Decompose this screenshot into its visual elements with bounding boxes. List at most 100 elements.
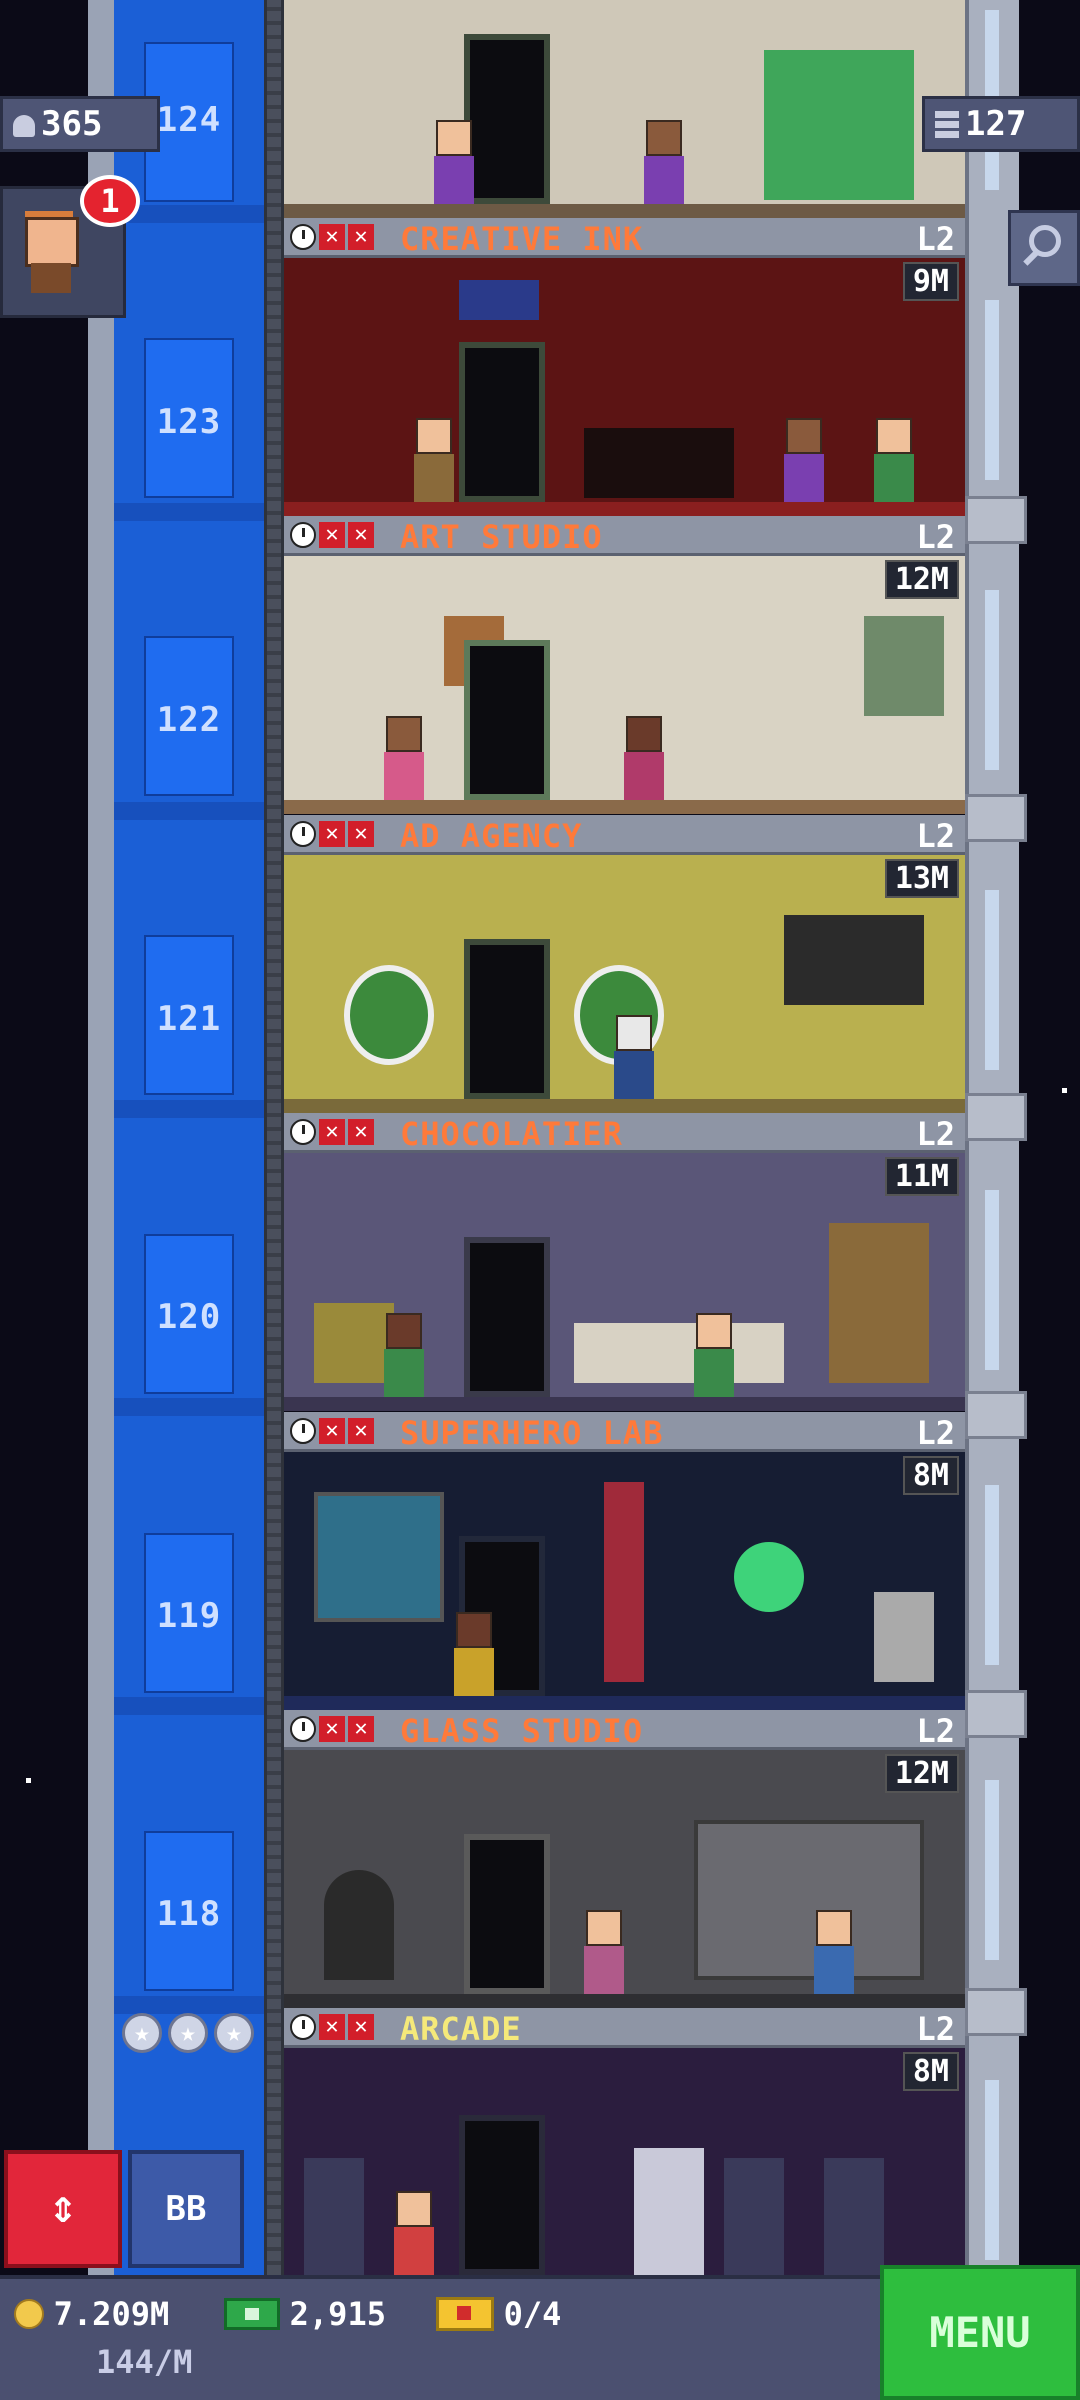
arcade-cabinet bbox=[634, 2148, 704, 2275]
top-partial-room[interactable] bbox=[284, 0, 965, 218]
unstocked-x-icon: ✕ bbox=[319, 224, 345, 250]
floor-price: 12M bbox=[884, 1754, 959, 1793]
floor-level: L2 bbox=[916, 817, 955, 855]
tower-window bbox=[985, 1190, 999, 1370]
floor-base bbox=[284, 1397, 965, 1411]
bux-value: 2,915 bbox=[289, 2295, 386, 2333]
coins-value: 7.209M bbox=[53, 2295, 170, 2333]
person bbox=[414, 418, 454, 504]
egg-chair bbox=[344, 965, 434, 1065]
person bbox=[434, 120, 474, 206]
clock-icon bbox=[290, 1119, 316, 1145]
floor-room bbox=[284, 1750, 965, 2008]
search-button[interactable] bbox=[1008, 210, 1080, 286]
bb-button[interactable]: BB bbox=[128, 2150, 244, 2268]
tower-ledge bbox=[965, 794, 1027, 842]
floor-level: L2 bbox=[916, 518, 955, 556]
shaft-band bbox=[114, 1100, 264, 1118]
floor-name: AD AGENCY bbox=[400, 817, 583, 855]
floor-glass-studio[interactable]: ✕ ✕ GLASS STUDIO L2 12M bbox=[284, 1710, 965, 2008]
floor-room bbox=[284, 1452, 965, 1710]
floor-chocolatier[interactable]: ✕ ✕ CHOCOLATIER L2 11M bbox=[284, 1113, 965, 1411]
arcade-cabinet bbox=[824, 2158, 884, 2275]
floor-level: L2 bbox=[916, 2010, 955, 2048]
floor-price: 9M bbox=[902, 262, 959, 301]
unstocked-x-icon: ✕ bbox=[348, 2014, 374, 2040]
floor-price: 11M bbox=[884, 1157, 959, 1196]
vip-stars: ★ ★ ★ bbox=[122, 2013, 254, 2053]
shaft-band bbox=[114, 1398, 264, 1416]
unstocked-x-icon: ✕ bbox=[348, 1418, 374, 1444]
unstocked-x-icon: ✕ bbox=[348, 1716, 374, 1742]
person bbox=[694, 1313, 734, 1399]
door bbox=[464, 939, 550, 1099]
floor-room bbox=[284, 1153, 965, 1411]
floor-level: L2 bbox=[916, 1115, 955, 1153]
person bbox=[384, 716, 424, 802]
tower-window bbox=[985, 2080, 999, 2260]
glass-shelf bbox=[694, 1820, 924, 1980]
arcade-cabinet bbox=[304, 2158, 364, 2275]
counter bbox=[574, 1323, 784, 1383]
person bbox=[454, 1612, 494, 1698]
floor-level: L2 bbox=[916, 1414, 955, 1452]
unstocked-x-icon: ✕ bbox=[348, 224, 374, 250]
floor-arcade[interactable]: ✕ ✕ ARCADE L2 8M bbox=[284, 2008, 965, 2275]
door bbox=[464, 640, 550, 800]
tank bbox=[829, 1223, 929, 1383]
floor-art-studio[interactable]: ✕ ✕ ART STUDIO L2 12M bbox=[284, 516, 965, 814]
background-star bbox=[26, 1778, 31, 1783]
person bbox=[584, 1910, 624, 1996]
unstocked-x-icon: ✕ bbox=[319, 1119, 345, 1145]
star-icon: ★ bbox=[214, 2013, 254, 2053]
floor-base bbox=[284, 1696, 965, 1710]
tower-ledge bbox=[965, 1093, 1027, 1141]
shaft-floor-number: 122 bbox=[156, 700, 222, 740]
population-value: 365 bbox=[41, 104, 103, 144]
person bbox=[874, 418, 914, 504]
person bbox=[624, 716, 664, 802]
tower-window bbox=[985, 1485, 999, 1665]
tower-window bbox=[985, 890, 999, 1070]
wall-screen bbox=[784, 915, 924, 1005]
tower-ledge bbox=[965, 496, 1027, 544]
population-counter: 365 bbox=[0, 96, 160, 152]
bux-display: 2,915 bbox=[224, 2295, 386, 2333]
unstocked-x-icon: ✕ bbox=[319, 821, 345, 847]
floor-price: 8M bbox=[902, 1456, 959, 1495]
tower-bux-icon bbox=[224, 2298, 280, 2330]
floor-room bbox=[284, 855, 965, 1113]
tower-window bbox=[985, 590, 999, 770]
floor-room bbox=[284, 2048, 965, 2275]
terminal bbox=[874, 1592, 934, 1682]
elevator-shaft[interactable]: 124 123 122 121 120 119 118 bbox=[114, 0, 264, 2275]
tower-ledge bbox=[965, 1690, 1027, 1738]
shaft-band bbox=[114, 802, 264, 820]
floor-ad-agency[interactable]: ✕ ✕ AD AGENCY L2 13M bbox=[284, 815, 965, 1113]
unstocked-x-icon: ✕ bbox=[319, 1716, 345, 1742]
window bbox=[864, 616, 944, 716]
magnifier-handle bbox=[1023, 250, 1039, 266]
unstocked-x-icon: ✕ bbox=[319, 2014, 345, 2040]
floor-base bbox=[284, 502, 965, 516]
arcade-cabinet bbox=[724, 2158, 784, 2275]
avatar-body bbox=[31, 263, 71, 293]
floor-price: 12M bbox=[884, 560, 959, 599]
sofa bbox=[584, 428, 734, 498]
background-star bbox=[1062, 1088, 1067, 1093]
shaft-band bbox=[114, 1697, 264, 1715]
tower-window bbox=[985, 1780, 999, 1960]
floor-level: L2 bbox=[916, 1712, 955, 1750]
elevator-rail bbox=[264, 0, 284, 2275]
floor-superhero-lab[interactable]: ✕ ✕ SUPERHERO LAB L2 8M bbox=[284, 1412, 965, 1710]
person bbox=[814, 1910, 854, 1996]
elevator-button[interactable]: ⇕ bbox=[4, 2150, 122, 2268]
menu-button[interactable]: MENU bbox=[880, 2265, 1080, 2400]
floor-creative-ink[interactable]: ✕ ✕ CREATIVE INK L2 9M bbox=[284, 218, 965, 516]
tower-ledge bbox=[965, 1988, 1027, 2036]
floors-icon bbox=[935, 110, 959, 141]
globe-hologram bbox=[734, 1542, 804, 1612]
door bbox=[459, 342, 545, 502]
floor-room bbox=[284, 258, 965, 516]
clock-icon bbox=[290, 522, 316, 548]
